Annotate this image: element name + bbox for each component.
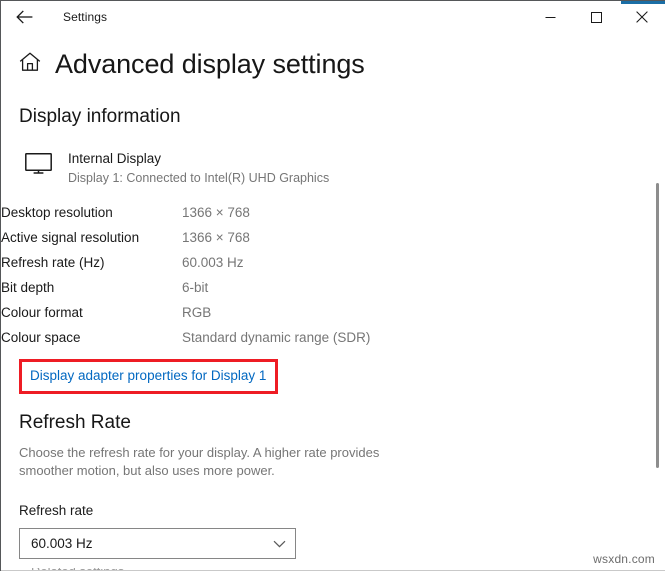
display-adapter-properties-link[interactable]: Display adapter properties for Display 1 bbox=[30, 368, 266, 384]
spec-value: 1366 × 768 bbox=[182, 200, 370, 225]
spec-label: Active signal resolution bbox=[1, 225, 182, 250]
monitor-summary: Internal Display Display 1: Connected to… bbox=[1, 128, 665, 188]
window-controls bbox=[527, 1, 665, 33]
spec-value: 60.003 Hz bbox=[182, 250, 370, 275]
maximize-icon bbox=[591, 12, 602, 23]
minimize-icon bbox=[545, 12, 556, 23]
settings-content: Advanced display settings Display inform… bbox=[1, 33, 665, 571]
display-spec-body: Desktop resolution 1366 × 768 Active sig… bbox=[1, 200, 370, 350]
monitor-text: Internal Display Display 1: Connected to… bbox=[68, 150, 329, 188]
home-icon[interactable] bbox=[19, 52, 41, 77]
watermark: wsxdn.com bbox=[593, 552, 655, 566]
spec-value: RGB bbox=[182, 300, 370, 325]
table-row: Colour space Standard dynamic range (SDR… bbox=[1, 325, 370, 350]
spec-value: 6-bit bbox=[182, 275, 370, 300]
refresh-rate-field-label: Refresh rate bbox=[1, 480, 665, 519]
refresh-rate-dropdown[interactable]: 60.003 Hz bbox=[19, 528, 296, 559]
spec-label: Desktop resolution bbox=[1, 200, 182, 225]
table-row: Desktop resolution 1366 × 768 bbox=[1, 200, 370, 225]
title-bar: Settings bbox=[1, 1, 665, 33]
monitor-icon bbox=[25, 153, 52, 179]
chevron-down-icon bbox=[273, 535, 286, 553]
display-spec-table: Desktop resolution 1366 × 768 Active sig… bbox=[1, 200, 370, 350]
spec-value: Standard dynamic range (SDR) bbox=[182, 325, 370, 350]
table-row: Bit depth 6-bit bbox=[1, 275, 370, 300]
maximize-button[interactable] bbox=[573, 1, 619, 33]
settings-window: Settings bbox=[0, 0, 665, 571]
back-arrow-icon bbox=[16, 10, 33, 24]
adapter-link-highlight: Display adapter properties for Display 1 bbox=[19, 359, 278, 394]
refresh-rate-heading: Refresh Rate bbox=[1, 394, 665, 434]
window-title: Settings bbox=[63, 1, 107, 33]
spec-value: 1366 × 768 bbox=[182, 225, 370, 250]
page-header: Advanced display settings bbox=[1, 33, 665, 79]
spec-label: Refresh rate (Hz) bbox=[1, 250, 182, 275]
scrollbar-thumb[interactable] bbox=[656, 183, 659, 468]
scrollbar[interactable] bbox=[651, 33, 665, 571]
spec-label: Colour space bbox=[1, 325, 182, 350]
table-row: Refresh rate (Hz) 60.003 Hz bbox=[1, 250, 370, 275]
minimize-button[interactable] bbox=[527, 1, 573, 33]
page-title: Advanced display settings bbox=[55, 49, 365, 79]
back-button[interactable] bbox=[1, 1, 47, 33]
close-icon bbox=[636, 11, 648, 23]
monitor-connection: Display 1: Connected to Intel(R) UHD Gra… bbox=[68, 169, 329, 188]
monitor-name: Internal Display bbox=[68, 150, 329, 168]
spec-label: Colour format bbox=[1, 300, 182, 325]
table-row: Active signal resolution 1366 × 768 bbox=[1, 225, 370, 250]
refresh-rate-selected-value: 60.003 Hz bbox=[31, 536, 93, 551]
display-information-heading: Display information bbox=[1, 79, 665, 128]
table-row: Colour format RGB bbox=[1, 300, 370, 325]
close-button[interactable] bbox=[619, 1, 665, 33]
spec-label: Bit depth bbox=[1, 275, 182, 300]
refresh-rate-description: Choose the refresh rate for your display… bbox=[1, 434, 419, 480]
